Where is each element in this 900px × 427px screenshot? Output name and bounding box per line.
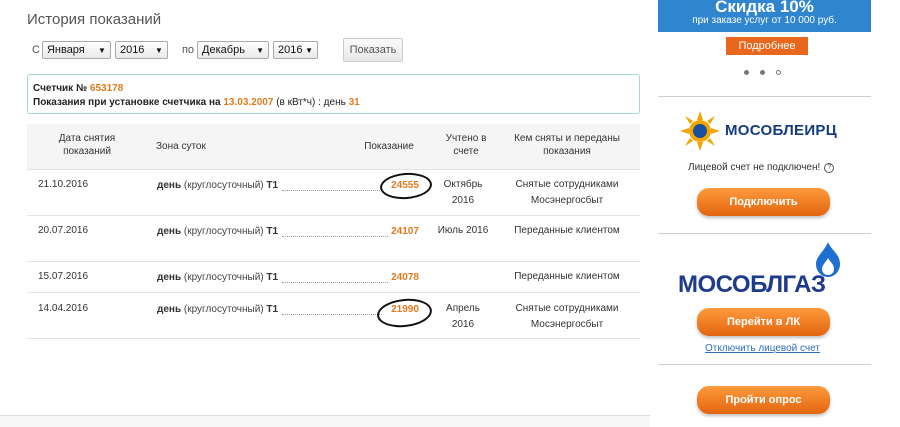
promo-banner[interactable]: Скидка 10% при заказе услуг от 10 000 ру… (658, 0, 871, 32)
to-month-select[interactable]: Декабрь ▼ (197, 41, 270, 59)
show-button[interactable]: Показать (343, 38, 403, 62)
eirc-panel: МОСОБЛЕИРЦ Лицевой счет не подключен! ? … (658, 96, 871, 232)
meter-number: 653178 (89, 83, 124, 94)
row-accounted: Июль 2016 (437, 225, 489, 236)
install-value: 31 (348, 97, 360, 108)
promo-title: Скидка 10% (715, 0, 814, 16)
unlink-account-link[interactable]: Отключить лицевой счет (705, 343, 820, 354)
from-month-select[interactable]: Января ▼ (41, 41, 111, 59)
gaz-panel: МОСОБЛГАЗ Перейти в ЛК Отключить лицевой… (658, 233, 871, 363)
account-status: Лицевой счет не подключен! ? (688, 162, 835, 173)
connect-button[interactable]: Подключить (697, 188, 830, 216)
carousel-dot[interactable] (760, 70, 765, 75)
row-zone: день (круглосуточный) Т1 (157, 304, 279, 315)
row-value: 24107 (391, 226, 419, 237)
install-date: 13.03.2007 (223, 97, 274, 108)
row-value: 24078 (391, 272, 419, 283)
meter-label: Счетчик № (33, 83, 88, 94)
sidebar: Скидка 10% при заказе услуг от 10 000 ру… (650, 0, 900, 427)
header-accounted: Учтено в счете (445, 133, 487, 157)
row-zone: день (круглосуточный) Т1 (157, 180, 279, 191)
row-source: Снятые сотрудниками Мосэнергосбыт (515, 303, 619, 330)
promo-details-button[interactable]: Подробнее (726, 37, 808, 55)
readings-table: Дата снятия показаний Зона суток Показан… (27, 124, 640, 339)
row-zone: день (круглосуточный) Т1 (157, 226, 279, 237)
row-source: Снятые сотрудниками Мосэнергосбыт (515, 179, 619, 206)
gaz-logo-text: МОСОБЛГАЗ (678, 271, 826, 298)
row-date: 14.04.2016 (38, 303, 89, 314)
row-date: 21.10.2016 (38, 179, 89, 190)
main-content: История показаний с Января ▼ 2016 ▼ по Дек… (0, 0, 650, 427)
question-icon[interactable]: ? (824, 162, 835, 173)
survey-panel: Пройти опрос (658, 364, 871, 427)
from-label: с (32, 44, 40, 56)
promo-subtitle: при заказе услуг от 10 000 руб. (692, 15, 837, 26)
row-source: Переданные клиентом (514, 271, 620, 282)
header-value: Показание (364, 141, 414, 152)
table-header: Дата снятия показаний Зона суток Показан… (27, 124, 640, 170)
chevron-down-icon: ▼ (155, 45, 163, 55)
row-date: 15.07.2016 (38, 271, 89, 282)
row-accounted: Октябрь 2016 (443, 179, 483, 206)
eirc-sun-icon (680, 111, 720, 151)
carousel-dots (744, 70, 781, 75)
row-date: 20.07.2016 (38, 225, 89, 236)
install-unit: (в кВт*ч) : день (276, 97, 346, 108)
go-to-account-button[interactable]: Перейти в ЛК (697, 308, 830, 336)
row-accounted: Апрель 2016 (446, 303, 480, 330)
table-row: 15.07.2016 день (круглосуточный) Т1 2407… (27, 262, 640, 293)
table-row: 20.07.2016 день (круглосуточный) Т1 2410… (27, 216, 640, 262)
chevron-down-icon: ▼ (98, 45, 106, 55)
header-zone: Зона суток (156, 141, 206, 152)
carousel-dot[interactable] (776, 70, 781, 75)
from-year-select[interactable]: 2016 ▼ (114, 41, 168, 59)
header-date: Дата снятия показаний (58, 133, 116, 157)
horizontal-scrollbar[interactable] (0, 415, 650, 427)
chevron-down-icon: ▼ (305, 45, 314, 55)
chevron-down-icon: ▼ (256, 45, 265, 55)
install-prefix: Показания при установке счетчика на (33, 97, 221, 108)
carousel-dot[interactable] (744, 70, 749, 75)
row-zone: день (круглосуточный) Т1 (157, 272, 279, 283)
survey-button[interactable]: Пройти опрос (697, 386, 830, 414)
table-row: 14.04.2016 день (круглосуточный) Т1 2199… (27, 293, 640, 339)
to-year-select[interactable]: 2016 ▼ (273, 41, 319, 59)
eirc-logo-text: МОСОБЛЕИРЦ (725, 122, 837, 139)
row-source: Переданные клиентом (514, 225, 620, 236)
header-source: Кем сняты и переданы показания (514, 133, 620, 157)
page-title: История показаний (27, 11, 162, 28)
date-filter: с Января ▼ 2016 ▼ по Декабрь ▼ 2016 ▼ (32, 38, 319, 62)
meter-info-box: Счетчик № 653178 Показания при установке… (27, 74, 640, 114)
to-label: по (181, 44, 195, 56)
table-row: 21.10.2016 день (круглосуточный) Т1 2455… (27, 170, 640, 216)
